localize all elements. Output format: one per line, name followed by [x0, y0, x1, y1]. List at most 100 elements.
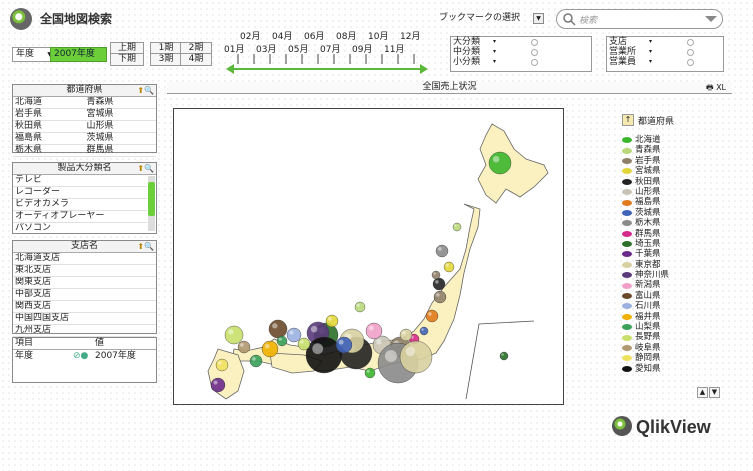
list-item[interactable]: オーディオプレーヤー: [13, 211, 147, 223]
legend-item[interactable]: 富山県: [622, 291, 732, 301]
list-item[interactable]: 中国四国支店: [13, 313, 156, 325]
list-item[interactable]: 秋田県 山形県: [13, 121, 156, 133]
legend-item[interactable]: 千葉県: [622, 249, 732, 259]
legend-item[interactable]: 福井県: [622, 312, 732, 322]
prefecture-item[interactable]: 岩手県: [13, 109, 85, 120]
filter-dropdown-icon[interactable]: ▾: [493, 47, 501, 57]
bookmark-select[interactable]: ブックマークの選択: [436, 12, 542, 25]
prefecture-item[interactable]: 宮城県: [85, 109, 157, 120]
filter-row[interactable]: 営業所 ▾: [607, 47, 723, 57]
bookmark-dropdown-icon[interactable]: ▼: [533, 13, 544, 24]
category-scroll-thumb[interactable]: [148, 182, 155, 216]
prefecture-item[interactable]: 青森県: [85, 97, 157, 108]
filter-row[interactable]: 小分類 ▾: [451, 57, 591, 67]
list-item[interactable]: 九州支店: [13, 325, 156, 337]
q4-button[interactable]: 4期: [180, 53, 212, 66]
second-half-button[interactable]: 下期: [110, 53, 144, 66]
prefecture-sales-bubble[interactable]: [364, 367, 376, 379]
legend-item[interactable]: 神奈川県: [622, 270, 732, 280]
prefecture-item[interactable]: 福島県: [13, 133, 85, 144]
month-label[interactable]: 10月: [368, 29, 388, 42]
legend-scroll-down-button[interactable]: ▼: [709, 387, 720, 398]
filter-dropdown-icon[interactable]: ▾: [493, 37, 501, 47]
legend-item[interactable]: 長野県: [622, 332, 732, 342]
prefecture-sales-bubble[interactable]: [499, 351, 509, 361]
month-label[interactable]: 04月: [272, 29, 292, 42]
prefecture-sales-bubble[interactable]: [443, 261, 455, 273]
prefecture-sales-bubble[interactable]: [276, 335, 288, 347]
prefecture-item[interactable]: 北海道: [13, 97, 85, 108]
prefecture-item[interactable]: 秋田県: [13, 121, 85, 132]
prefecture-sales-bubble[interactable]: [249, 354, 263, 368]
prefecture-sales-bubble[interactable]: [215, 358, 229, 372]
prefecture-sales-bubble[interactable]: [432, 277, 446, 291]
list-item[interactable]: レコーダー: [13, 187, 147, 199]
filter-row[interactable]: 支店 ▾: [607, 37, 723, 47]
list-item[interactable]: 関東支店: [13, 277, 156, 289]
month-slider[interactable]: [224, 52, 430, 74]
prefecture-sales-bubble[interactable]: [261, 340, 279, 358]
prefecture-sales-bubble[interactable]: [399, 340, 433, 374]
category-scrollbar[interactable]: [148, 176, 155, 231]
legend-item[interactable]: 茨城県: [622, 208, 732, 218]
filter-dropdown-icon[interactable]: ▾: [649, 37, 657, 47]
branch-listbox[interactable]: 支店名 ⬆🔍 北海道支店 東北支店 関東支店 中部支店 関西支店 中国四国支店 九州支店: [12, 240, 157, 337]
legend-drillup-icon[interactable]: ↑: [622, 114, 634, 126]
category-panel-tools-icon[interactable]: ⬆🔍: [137, 163, 154, 174]
month-label[interactable]: 08月: [336, 29, 356, 42]
list-item[interactable]: 北海道 青森県: [13, 97, 156, 109]
filter-row[interactable]: 中分類 ▾: [451, 47, 591, 57]
filter-row[interactable]: 大分類 ▾: [451, 37, 591, 47]
prefecture-item[interactable]: 茨城県: [85, 133, 157, 144]
list-item[interactable]: パソコン: [13, 223, 147, 233]
month-label[interactable]: 02月: [240, 29, 260, 42]
prefecture-sales-bubble[interactable]: [419, 326, 429, 336]
prefecture-sales-bubble[interactable]: [325, 314, 339, 328]
legend-item[interactable]: 岩手県: [622, 156, 732, 166]
filter-row[interactable]: 営業員 ▾: [607, 57, 723, 67]
prefecture-item[interactable]: 栃木県: [13, 145, 85, 156]
prefecture-sales-bubble[interactable]: [365, 322, 383, 340]
branch-panel-tools-icon[interactable]: ⬆🔍: [137, 241, 154, 252]
prefecture-sales-bubble[interactable]: [425, 309, 439, 323]
legend-item[interactable]: 岐阜県: [622, 343, 732, 353]
prefecture-listbox[interactable]: 都道府県 ⬆🔍 北海道 青森県 岩手県 宮城県 秋田県 山形県 福島県 茨城県 栃木県 群馬県: [12, 84, 157, 157]
month-label[interactable]: 06月: [304, 29, 324, 42]
prefecture-sales-bubble[interactable]: [210, 377, 226, 393]
filter-dropdown-icon[interactable]: ▾: [649, 57, 657, 67]
month-label[interactable]: 12月: [400, 29, 420, 42]
prefecture-sales-bubble[interactable]: [286, 327, 302, 343]
prefecture-item[interactable]: 群馬県: [85, 145, 157, 156]
legend-item[interactable]: 愛知県: [622, 364, 732, 374]
prefecture-sales-bubble[interactable]: [354, 301, 366, 313]
legend-item[interactable]: 山形県: [622, 187, 732, 197]
prefecture-sales-bubble[interactable]: [268, 319, 288, 339]
year-field[interactable]: 年度 ▼: [12, 47, 54, 62]
legend-item[interactable]: 秋田県: [622, 177, 732, 187]
search-dropdown-icon[interactable]: [704, 14, 718, 24]
prefecture-sales-bubble[interactable]: [237, 340, 251, 354]
prefecture-sales-bubble[interactable]: [488, 151, 512, 175]
filter-dropdown-icon[interactable]: ▾: [649, 47, 657, 57]
list-item[interactable]: 中部支店: [13, 289, 156, 301]
list-item[interactable]: 北海道支店: [13, 253, 156, 265]
legend-item[interactable]: 埼玉県: [622, 239, 732, 249]
filter-dropdown-icon[interactable]: ▾: [493, 57, 501, 67]
list-item[interactable]: テレビ: [13, 175, 147, 187]
clear-selection-icon[interactable]: ⊘●: [73, 350, 95, 362]
prefecture-sales-bubble[interactable]: [335, 336, 353, 354]
legend-item[interactable]: 石川県: [622, 301, 732, 311]
prefecture-sales-bubble[interactable]: [452, 222, 462, 232]
legend-item[interactable]: 青森県: [622, 145, 732, 155]
legend-item[interactable]: 北海道: [622, 135, 732, 145]
prefecture-sales-bubble[interactable]: [224, 325, 244, 345]
prefecture-sales-bubble[interactable]: [297, 337, 311, 351]
list-item[interactable]: ビデオカメラ: [13, 199, 147, 211]
prefecture-panel-tools-icon[interactable]: ⬆🔍: [137, 85, 154, 96]
q3-button[interactable]: 3期: [150, 53, 182, 66]
prefecture-sales-bubble[interactable]: [431, 270, 441, 280]
list-item[interactable]: 東北支店: [13, 265, 156, 277]
legend-item[interactable]: 群馬県: [622, 229, 732, 239]
prefecture-sales-bubble[interactable]: [433, 290, 447, 304]
prefecture-sales-bubble[interactable]: [435, 244, 449, 258]
